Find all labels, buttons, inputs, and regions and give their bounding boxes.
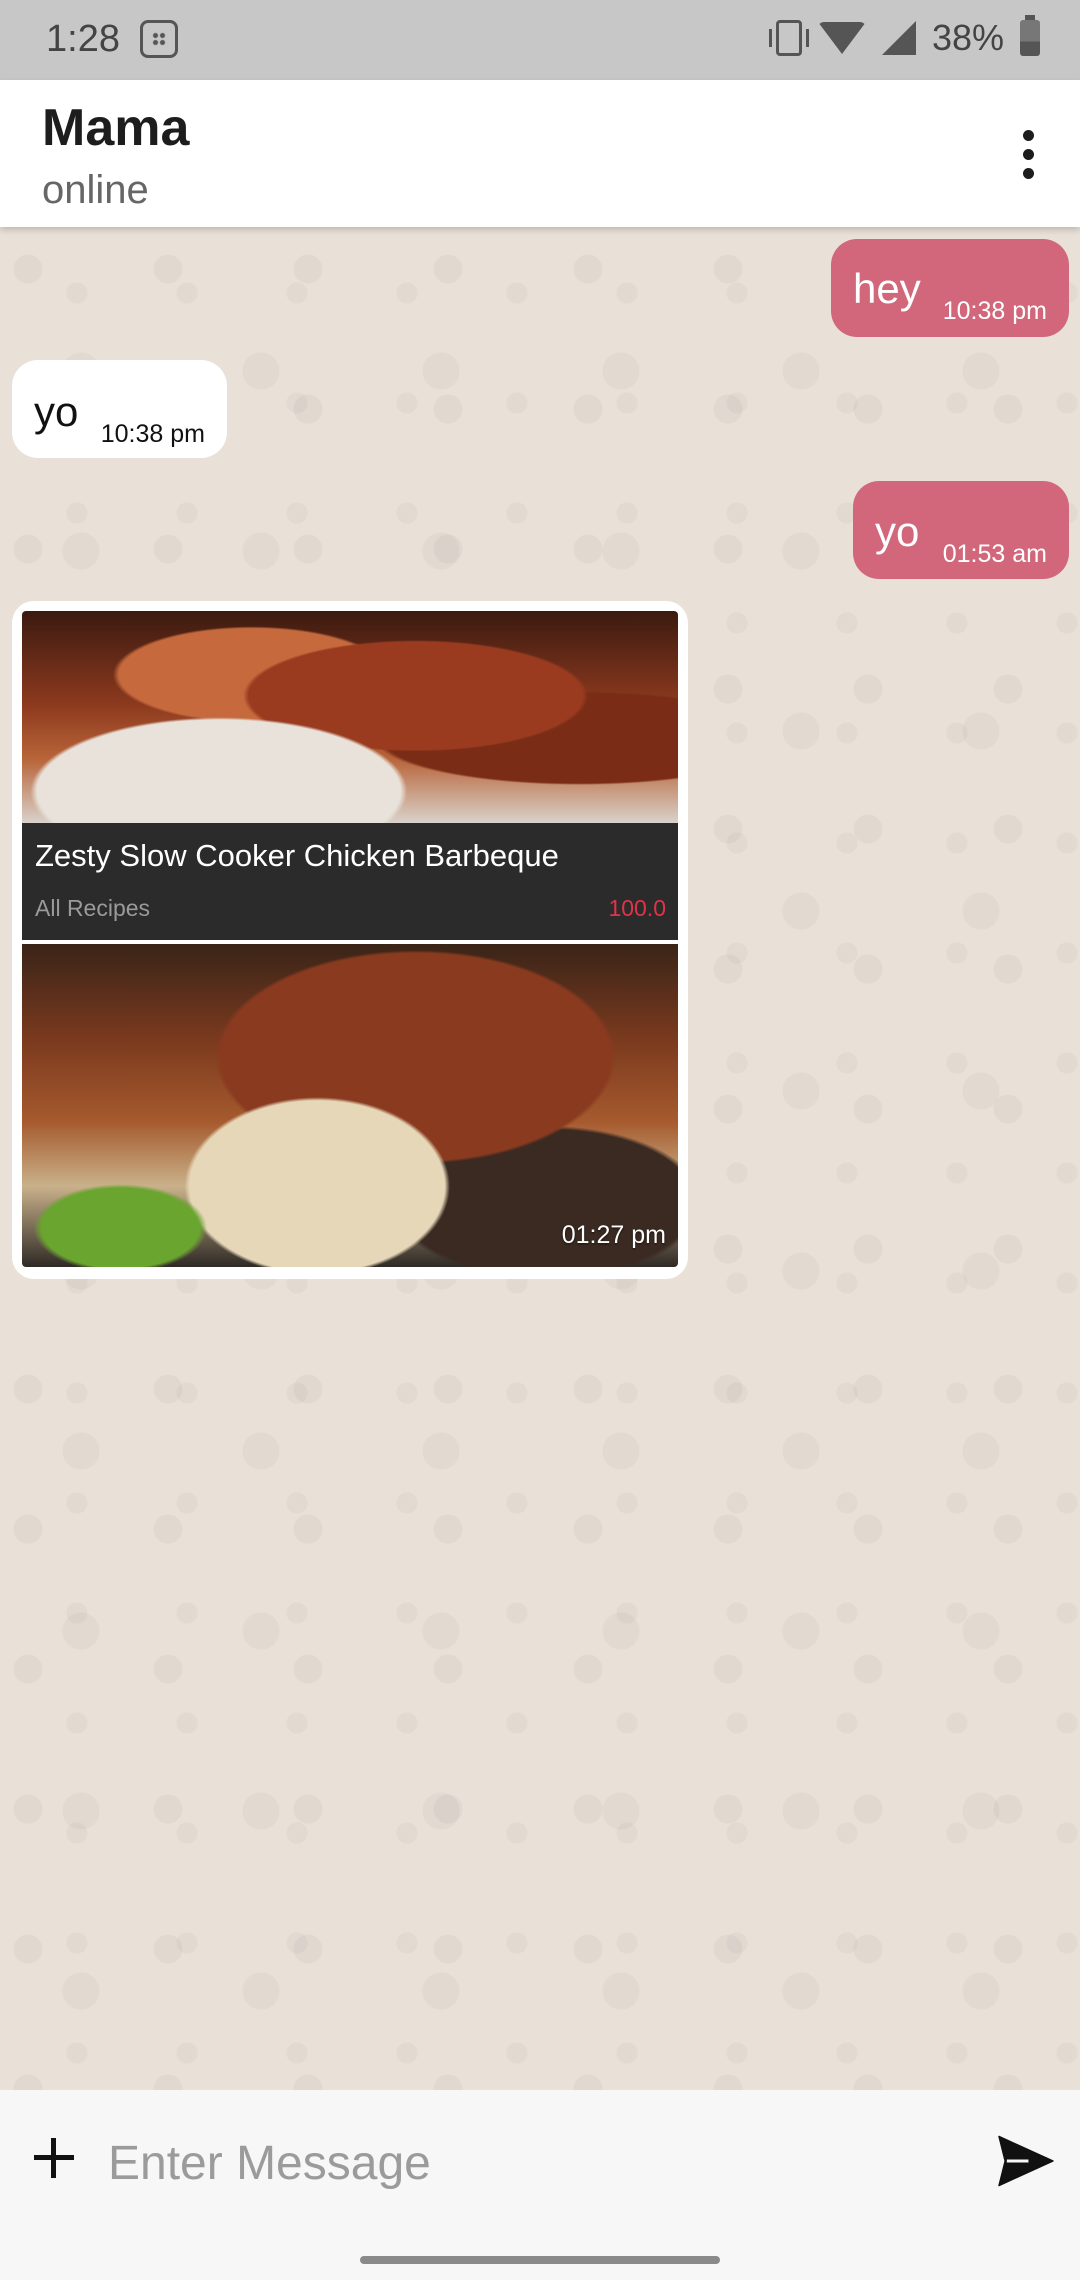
message-text: hey bbox=[853, 265, 921, 312]
battery-percentage: 38% bbox=[931, 17, 1004, 58]
message-time: 01:27 pm bbox=[561, 1221, 666, 1249]
recipe-message-card[interactable]: Zesty Slow Cooker Chicken Barbeque All R… bbox=[12, 601, 688, 1279]
add-attachment-button[interactable] bbox=[30, 2134, 78, 2182]
recipe-rating: 100.0 bbox=[608, 895, 666, 921]
send-button[interactable] bbox=[996, 2134, 1056, 2188]
more-vert-icon bbox=[1022, 148, 1034, 160]
navigation-bar bbox=[0, 2238, 1080, 2280]
more-vert-icon bbox=[1022, 167, 1034, 179]
more-options-button[interactable] bbox=[998, 118, 1058, 190]
message-text: yo bbox=[34, 388, 79, 435]
message-input[interactable] bbox=[108, 2120, 968, 2206]
message-text: yo bbox=[875, 508, 920, 555]
status-icons: 38% bbox=[768, 15, 1040, 60]
vibrate-icon bbox=[768, 20, 809, 56]
message-bubble-incoming[interactable]: yo 10:38 pm bbox=[12, 360, 227, 458]
sim-card-icon bbox=[140, 20, 178, 58]
recipe-category: All Recipes bbox=[35, 895, 151, 921]
more-vert-icon bbox=[1022, 129, 1034, 141]
contact-status: online bbox=[42, 168, 149, 212]
message-time: 01:53 am bbox=[942, 540, 1047, 568]
contact-name[interactable]: Mama bbox=[42, 98, 189, 158]
message-bubble-outgoing[interactable]: yo 01:53 am bbox=[853, 481, 1069, 579]
message-composer bbox=[0, 2090, 1080, 2238]
chat-header: Mama online bbox=[0, 80, 1080, 227]
chat-messages-area[interactable]: hey 10:38 pm yo 10:38 pm yo 01:53 am Zes… bbox=[0, 227, 1080, 2090]
signal-icon bbox=[881, 21, 916, 55]
recipe-image[interactable] bbox=[22, 611, 678, 823]
status-bar: 1:28 38% bbox=[0, 0, 1080, 80]
status-time: 1:28 bbox=[46, 18, 120, 60]
recipe-photo[interactable] bbox=[22, 944, 678, 1267]
message-time: 10:38 pm bbox=[100, 420, 205, 448]
home-indicator[interactable] bbox=[360, 2256, 720, 2264]
battery-icon bbox=[1020, 15, 1040, 56]
message-bubble-outgoing[interactable]: hey 10:38 pm bbox=[831, 239, 1069, 337]
wifi-icon bbox=[817, 22, 866, 54]
send-icon bbox=[998, 2135, 1054, 2187]
recipe-info-panel[interactable]: Zesty Slow Cooker Chicken Barbeque All R… bbox=[22, 823, 678, 940]
recipe-title: Zesty Slow Cooker Chicken Barbeque bbox=[35, 838, 559, 873]
message-time: 10:38 pm bbox=[942, 297, 1047, 325]
